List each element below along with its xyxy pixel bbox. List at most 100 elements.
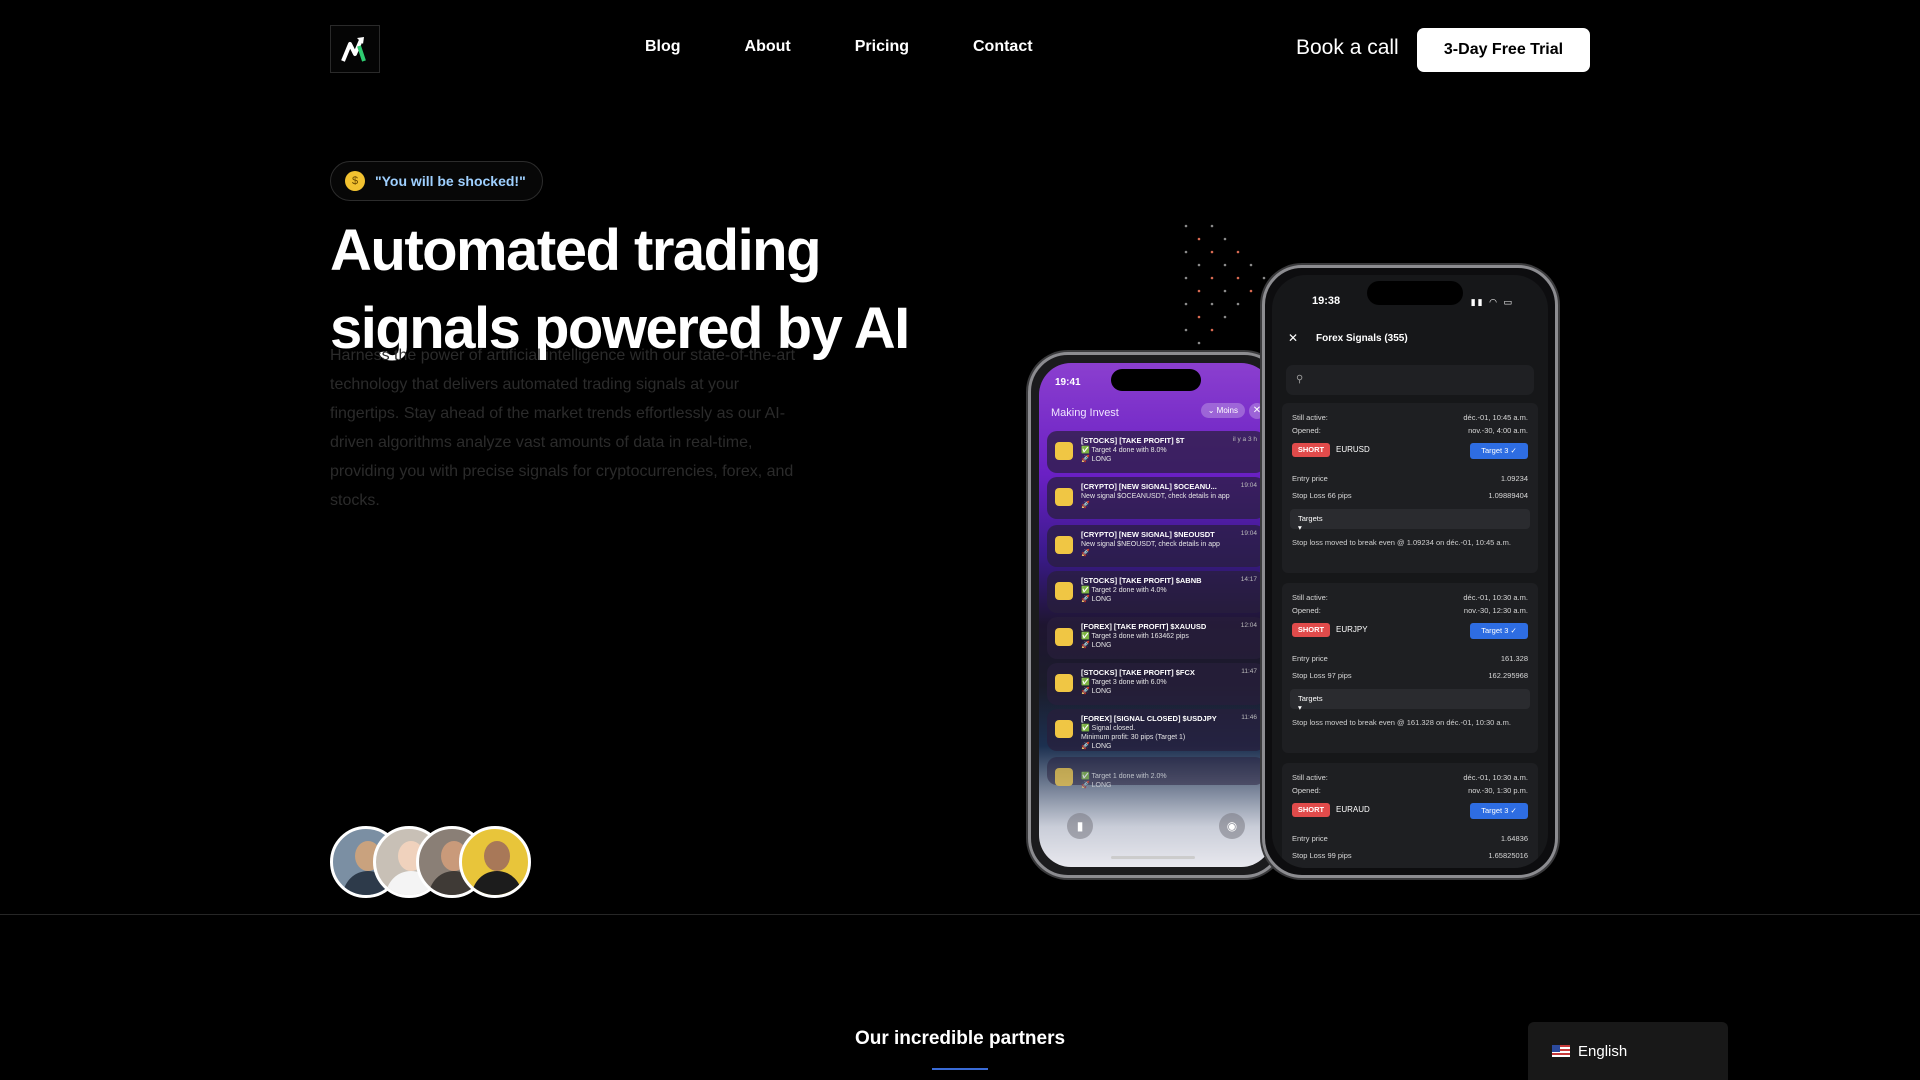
decorative-dot [1249, 263, 1253, 267]
opened-value: nov.-30, 12:30 a.m. [1463, 606, 1528, 615]
avatar-4 [459, 826, 531, 898]
opened-label: Opened: [1292, 786, 1321, 795]
decorative-dot [1210, 224, 1214, 228]
app-icon [1055, 768, 1073, 786]
free-trial-button[interactable]: 3-Day Free Trial [1417, 28, 1590, 72]
notification-time: 19:04 [1240, 530, 1257, 537]
language-label: English [1578, 1042, 1628, 1060]
money-face-icon: $ [345, 171, 365, 191]
notification-item: [FOREX] [TAKE PROFIT] $XAUUSD ✅ Target 3 … [1047, 617, 1265, 659]
chevron-down-icon: ▾ [1298, 703, 1302, 712]
currency-pair: EURUSD [1336, 445, 1370, 454]
hero-pill-badge: $ "You will be shocked!" [330, 161, 543, 201]
decorative-dot [1236, 276, 1240, 280]
still-active-value: déc.-01, 10:30 a.m. [1463, 593, 1528, 602]
app-icon [1055, 582, 1073, 600]
notification-item: [CRYPTO] [NEW SIGNAL] $NEOUSDT New signal… [1047, 525, 1265, 567]
still-active-value: déc.-01, 10:45 a.m. [1463, 413, 1528, 422]
notification-title: [FOREX] [TAKE PROFIT] $XAUUSD [1081, 622, 1207, 631]
notification-body: ✅ Target 3 done with 163462 pips 🚀 LONG [1081, 633, 1189, 649]
notification-time: 14:17 [1240, 576, 1257, 583]
still-active-value: déc.-01, 10:30 a.m. [1463, 773, 1528, 782]
notification-title: [CRYPTO] [NEW SIGNAL] $NEOUSDT [1081, 530, 1215, 539]
status-icons: ▮▮ ◠ ▭ [1470, 297, 1514, 307]
decorative-dot [1236, 302, 1240, 306]
stop-loss-label: Stop Loss 66 pips [1292, 491, 1352, 500]
decorative-dot [1249, 289, 1253, 293]
search-icon: ⚲ [1296, 374, 1304, 385]
dynamic-island [1111, 369, 1201, 391]
stop-loss: Stop Loss 99 pips 1.65825016 [1292, 851, 1528, 860]
still-active: Still active: déc.-01, 10:30 a.m. [1292, 593, 1528, 602]
decorative-dot [1236, 250, 1240, 254]
decorative-dot [1262, 276, 1266, 280]
section-divider [0, 914, 1920, 915]
hero-description: Harness the power of artificial intellig… [330, 347, 796, 509]
app-icon [1055, 442, 1073, 460]
lock-screen: 19:41 Making Invest ⌄ Moins ✕ ▮ ◉ [STOCK… [1039, 363, 1273, 867]
nav-contact[interactable]: Contact [973, 38, 1033, 56]
targets-label: Targets [1298, 514, 1323, 523]
site-header: Blog About Pricing Contact Book a call 3… [0, 0, 1920, 100]
notification-time: 11:47 [1241, 668, 1257, 675]
targets-dropdown: Targets ▾ [1290, 689, 1530, 712]
notification-body: ✅ Signal closed. Minimum profit: 30 pips … [1081, 725, 1186, 750]
notification-body: ✅ Target 3 done with 6.0% 🚀 LONG [1081, 679, 1167, 695]
status-time: 19:38 [1312, 295, 1341, 307]
entry-price-value: 1.64836 [1500, 834, 1528, 843]
decorative-dot [1210, 302, 1214, 306]
camera-icon: ◉ [1219, 813, 1245, 839]
notification-group-title: Making Invest [1051, 407, 1119, 419]
still-active: Still active: déc.-01, 10:45 a.m. [1292, 413, 1528, 422]
stop-loss-label: Stop Loss 97 pips [1292, 671, 1352, 680]
notification-time: 11:46 [1241, 714, 1257, 721]
decorative-dot [1184, 250, 1188, 254]
opened: Opened: nov.-30, 12:30 a.m. [1292, 606, 1528, 615]
decorative-dot [1197, 237, 1201, 241]
opened-label: Opened: [1292, 606, 1321, 615]
notification-item: ✅ Target 1 done with 2.0% 🚀 LONG [1047, 757, 1265, 789]
app-icon [1055, 488, 1073, 506]
notification-time: 12:04 [1240, 622, 1257, 629]
notification-item: [STOCKS] [TAKE PROFIT] $ABNB ✅ Target 2 d… [1047, 571, 1265, 613]
close-icon: ✕ [1288, 331, 1299, 345]
entry-price-label: Entry price [1292, 654, 1328, 663]
logo[interactable] [330, 25, 380, 73]
chevron-down-icon: ▾ [1298, 523, 1302, 532]
decorative-dot [1197, 263, 1201, 267]
short-badge: SHORT [1292, 803, 1330, 817]
notification-item: [STOCKS] [TAKE PROFIT] $T ✅ Target 4 done… [1047, 431, 1265, 473]
nav-blog[interactable]: Blog [645, 38, 681, 56]
entry-price: Entry price 161.328 [1292, 654, 1528, 663]
screen-header: ✕ Forex Signals (355) [1282, 329, 1538, 353]
notification-title: [CRYPTO] [NEW SIGNAL] $OCEANU... [1081, 482, 1217, 491]
notification-item: [FOREX] [SIGNAL CLOSED] $USDJPY ✅ Signal … [1047, 709, 1265, 751]
signal-card: Still active: déc.-01, 10:30 a.m. Opened: n… [1282, 763, 1538, 868]
target-badge: Target 3 ✓ [1470, 803, 1528, 819]
decorative-dot [1184, 276, 1188, 280]
nav-about[interactable]: About [745, 38, 791, 56]
notification-body: ✅ Target 4 done with 8.0% 🚀 LONG [1081, 447, 1167, 463]
language-switcher[interactable]: English [1528, 1022, 1728, 1080]
opened-value: nov.-30, 1:30 p.m. [1468, 786, 1528, 795]
notification-body: ✅ Target 1 done with 2.0% 🚀 LONG [1081, 773, 1167, 789]
still-active-label: Still active: [1292, 593, 1328, 602]
stop-loss: Stop Loss 66 pips 1.09889404 [1292, 491, 1528, 500]
stop-loss-value: 1.09889404 [1488, 491, 1528, 500]
flashlight-icon: ▮ [1067, 813, 1093, 839]
notification-time: il y a 3 h [1232, 436, 1257, 443]
phone-signals-mockup: 19:38 ▮▮ ◠ ▭ ✕ Forex Signals (355) ⚲ Sti… [1262, 265, 1558, 878]
signals-screen: 19:38 ▮▮ ◠ ▭ ✕ Forex Signals (355) ⚲ Sti… [1272, 275, 1548, 868]
us-flag-icon [1552, 1045, 1570, 1057]
notification-item: [STOCKS] [TAKE PROFIT] $FCX ✅ Target 3 do… [1047, 663, 1265, 705]
notification-title: [FOREX] [SIGNAL CLOSED] $USDJPY [1081, 714, 1217, 723]
targets-dropdown: Targets ▾ [1290, 509, 1530, 532]
nav-pricing[interactable]: Pricing [855, 38, 909, 56]
book-call-link[interactable]: Book a call [1296, 36, 1399, 60]
still-active: Still active: déc.-01, 10:30 a.m. [1292, 773, 1528, 782]
dynamic-island [1367, 281, 1463, 305]
decorative-dot [1210, 328, 1214, 332]
opened-value: nov.-30, 4:00 a.m. [1468, 426, 1528, 435]
decorative-dot [1184, 328, 1188, 332]
heading-underline [932, 1068, 988, 1070]
